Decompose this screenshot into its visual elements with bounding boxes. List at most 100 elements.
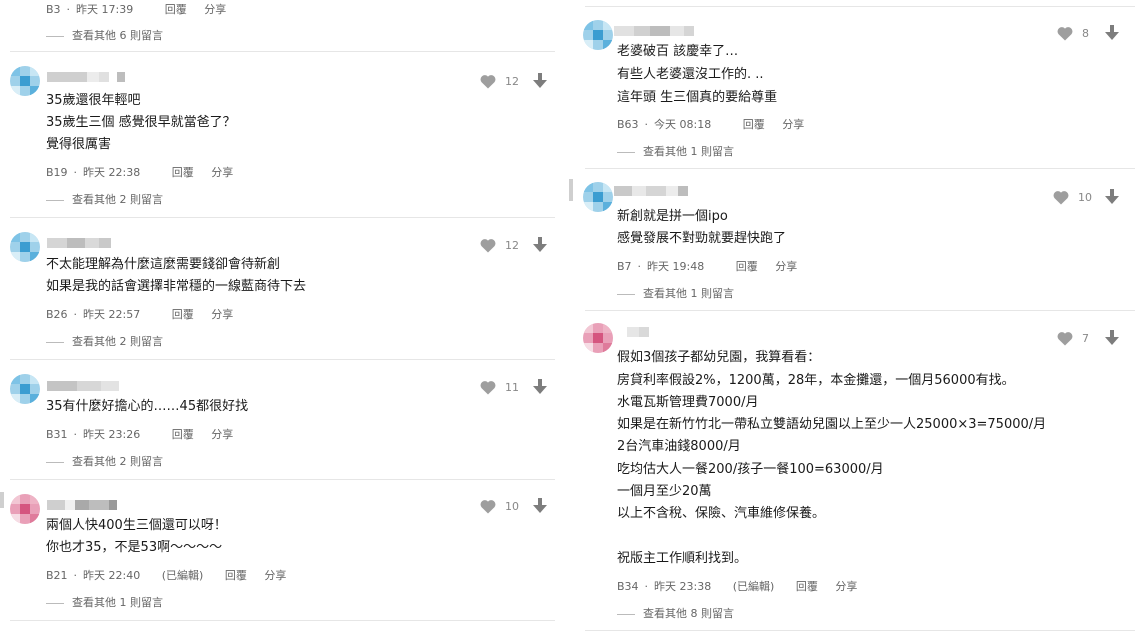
share-button[interactable]: 分享 <box>775 260 797 273</box>
down-arrow-icon[interactable] <box>533 498 547 514</box>
view-more-replies[interactable]: 查看其他 1 則留言 <box>617 145 734 159</box>
avatar[interactable] <box>583 20 613 50</box>
view-more-replies[interactable]: 查看其他 2 則留言 <box>46 193 163 207</box>
like-control[interactable]: 10 <box>1053 189 1092 205</box>
author-name-blurred[interactable] <box>627 327 649 337</box>
author-name-blurred[interactable] <box>47 381 119 391</box>
share-button[interactable]: 分享 <box>782 118 804 131</box>
heart-icon[interactable] <box>1057 331 1073 346</box>
like-control[interactable]: 8 <box>1057 25 1089 41</box>
reply-button[interactable]: 回覆 <box>796 580 818 593</box>
avatar[interactable] <box>583 323 613 353</box>
reply-button[interactable]: 回覆 <box>165 3 187 16</box>
comment-meta: B31 · 昨天 23:26 回覆 分享 <box>46 428 234 441</box>
author-name-blurred[interactable] <box>47 72 125 82</box>
like-count: 12 <box>505 238 519 252</box>
like-count: 10 <box>505 499 519 513</box>
comment-meta: B34 · 昨天 23:38 (已編輯) 回覆 分享 <box>617 580 858 593</box>
down-arrow-icon[interactable] <box>1105 330 1119 346</box>
comment-line: 覺得很厲害 <box>46 137 112 152</box>
like-control[interactable]: 7 <box>1057 330 1089 346</box>
right-column: 8 老婆破百 該慶幸了… 有些人老婆還沒工作的. .. 這年頭 生三個真的要給尊… <box>565 0 1135 633</box>
comment-line: 房貸利率假設2%，1200萬，28年，本金攤還，一個月56000有找。 <box>617 373 1015 388</box>
floor-label: B31 <box>46 428 68 441</box>
like-control[interactable]: 10 <box>480 498 519 514</box>
comment-line: 兩個人快400生三個還可以呀！ <box>46 518 227 533</box>
share-button[interactable]: 分享 <box>211 308 233 321</box>
comment-line: 假如3個孩子都幼兒園，我算看看： <box>617 350 821 365</box>
comment-time: 昨天 22:38 <box>83 166 141 179</box>
comment-meta: B26 · 昨天 22:57 回覆 分享 <box>46 308 234 321</box>
like-control[interactable]: 12 <box>480 237 519 253</box>
view-more-replies[interactable]: 查看其他 1 則留言 <box>617 287 734 301</box>
reply-button[interactable]: 回覆 <box>736 260 758 273</box>
heart-icon[interactable] <box>1053 190 1069 205</box>
reply-button[interactable]: 回覆 <box>172 308 194 321</box>
floor-label: B19 <box>46 166 68 179</box>
floor-label: B3 <box>46 3 61 16</box>
view-more-replies[interactable]: 查看其他 6 則留言 <box>46 29 163 43</box>
reply-button[interactable]: 回覆 <box>743 118 765 131</box>
comment-divider <box>10 620 555 621</box>
heart-icon[interactable] <box>1057 26 1073 41</box>
comment-meta: B21 · 昨天 22:40 (已編輯) 回覆 分享 <box>46 569 287 582</box>
down-arrow-icon[interactable] <box>533 379 547 395</box>
heart-icon[interactable] <box>480 499 496 514</box>
share-button[interactable]: 分享 <box>211 428 233 441</box>
view-more-replies[interactable]: 查看其他 2 則留言 <box>46 335 163 349</box>
edited-label: (已編輯) <box>732 580 775 593</box>
comment-line: 這年頭 生三個真的要給尊重 <box>617 90 778 105</box>
view-more-replies[interactable]: 查看其他 8 則留言 <box>617 607 734 621</box>
floor-label: B7 <box>617 260 632 273</box>
comment-line: 祝版主工作順利找到。 <box>617 551 748 566</box>
share-button[interactable]: 分享 <box>204 3 226 16</box>
heart-icon[interactable] <box>480 238 496 253</box>
share-button[interactable]: 分享 <box>211 166 233 179</box>
author-name-blurred[interactable] <box>47 500 117 510</box>
comment-line: 35歲還很年輕吧 <box>46 93 141 108</box>
view-more-replies[interactable]: 查看其他 2 則留言 <box>46 455 163 469</box>
author-name-blurred[interactable] <box>614 26 694 36</box>
comment-time: 昨天 17:39 <box>76 3 134 16</box>
comment-time: 昨天 22:57 <box>83 308 141 321</box>
share-button[interactable]: 分享 <box>264 569 286 582</box>
avatar[interactable] <box>583 182 613 212</box>
scroll-marker <box>569 179 573 201</box>
comment-meta: B3 · 昨天 17:39 回覆 分享 <box>46 3 227 16</box>
comment-meta: B63 · 今天 08:18 回覆 分享 <box>617 118 805 131</box>
like-control[interactable]: 11 <box>480 379 519 395</box>
like-count: 8 <box>1082 26 1089 40</box>
author-name-blurred[interactable] <box>614 186 688 196</box>
comment-divider <box>10 51 555 52</box>
down-arrow-icon[interactable] <box>1105 189 1119 205</box>
comment-line: 不太能理解為什麼這麼需要錢卻會待新創 <box>46 257 281 272</box>
comment-divider <box>10 359 555 360</box>
comment-divider <box>585 6 1135 7</box>
left-column: B3 · 昨天 17:39 回覆 分享 查看其他 6 則留言 12 35歲還很年輕吧… <box>0 0 565 633</box>
down-arrow-icon[interactable] <box>1105 25 1119 41</box>
comment-divider <box>585 310 1135 311</box>
view-more-replies[interactable]: 查看其他 1 則留言 <box>46 596 163 610</box>
reply-button[interactable]: 回覆 <box>172 428 194 441</box>
down-arrow-icon[interactable] <box>533 237 547 253</box>
share-button[interactable]: 分享 <box>835 580 857 593</box>
comment-time: 今天 08:18 <box>654 118 712 131</box>
avatar[interactable] <box>10 494 40 524</box>
comment-line: 你也才35，不是53啊～～～～ <box>46 540 223 555</box>
comment-line: 35歲生三個 感覺很早就當爸了？ <box>46 115 236 130</box>
comment-line: 如果是我的話會選擇非常穩的一線藍商待下去 <box>46 279 307 294</box>
avatar[interactable] <box>10 374 40 404</box>
comment-time: 昨天 22:40 <box>83 569 141 582</box>
reply-button[interactable]: 回覆 <box>225 569 247 582</box>
heart-icon[interactable] <box>480 380 496 395</box>
heart-icon[interactable] <box>480 74 496 89</box>
comment-time: 昨天 23:38 <box>654 580 712 593</box>
author-name-blurred[interactable] <box>47 238 111 248</box>
reply-button[interactable]: 回覆 <box>172 166 194 179</box>
like-control[interactable]: 12 <box>480 73 519 89</box>
avatar[interactable] <box>10 232 40 262</box>
comment-line: 35有什麼好擔心的……45都很好找 <box>46 399 249 414</box>
avatar[interactable] <box>10 66 40 96</box>
down-arrow-icon[interactable] <box>533 73 547 89</box>
comment-line: 感覺發展不對勁就要趕快跑了 <box>617 231 787 246</box>
